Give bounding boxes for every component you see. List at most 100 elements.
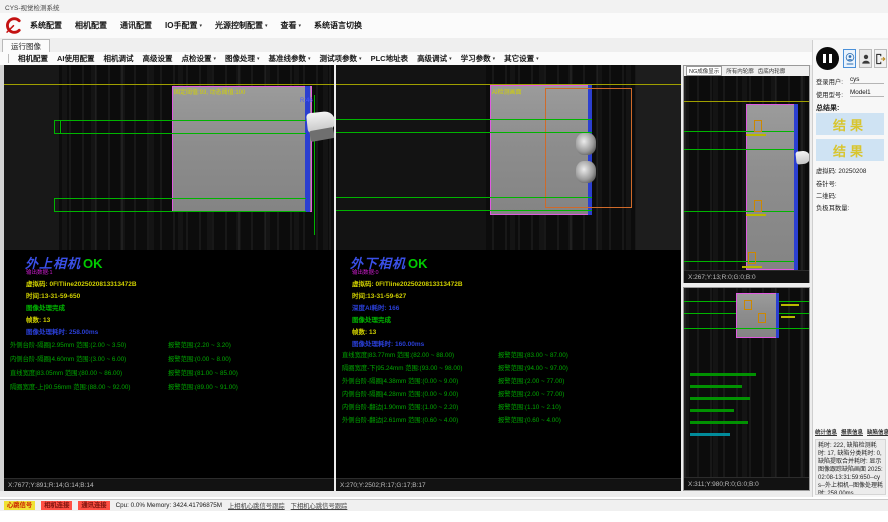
connector-part (795, 150, 809, 164)
measure-line (684, 301, 736, 302)
detail-pixel-coords: X:311;Y:980;R:0;G:0;B:0 (684, 477, 809, 490)
left-camera-image[interactable]: 固定阈值:93, 动态阈值:100 R:46 (4, 65, 334, 250)
model-label: 使用型号: (816, 90, 843, 99)
measure-line (336, 197, 592, 198)
log-text-area[interactable]: 耗时: 222, 缺陷检测耗时: 17, 缺陷分类耗时: 0, 缺陷提取合并耗时… (815, 439, 886, 495)
defect-box (748, 252, 756, 264)
measure-line (684, 149, 794, 150)
status-ok: OK (406, 256, 428, 271)
login-value: cys (850, 76, 884, 84)
measure-bracket (60, 120, 61, 134)
menu-item-language-switch[interactable]: 系统语言切换 (314, 20, 362, 31)
tab-all-contours[interactable]: 所有内轮廓 (726, 67, 754, 75)
toolbar: 相机配置 AI使用配置 相机调试 高级设置 点检设置▾ 图像处理▾ 基准线参数▾… (0, 52, 888, 66)
toolbar-item-test-params[interactable]: 测试项参数▾ (320, 53, 362, 64)
menu-item-camera-config[interactable]: 相机配置 (75, 20, 107, 31)
toolbar-item-other-settings[interactable]: 其它设置▾ (504, 53, 539, 64)
process-time-line: 图像处理耗时: 258.00ms (26, 326, 98, 336)
toolbar-item-camera-debug[interactable]: 相机调试 (104, 53, 134, 64)
detail-camera-image[interactable] (684, 288, 809, 477)
menu-item-io-config[interactable]: IO手配置 ▾ (165, 20, 202, 31)
toolbar-item-baseline-params[interactable]: 基准线参数▾ (269, 53, 311, 64)
login-user-button[interactable] (843, 49, 856, 68)
chevron-down-icon: ▾ (308, 56, 311, 62)
chevron-down-icon: ▾ (298, 23, 301, 29)
toolbar-separator (8, 54, 9, 63)
side-panel: 登录用户: cys 使用型号: Model1 总结果: 结果 结果 虚拟码: 2… (812, 40, 888, 497)
menu-item-system-config[interactable]: 系统配置 (30, 20, 62, 31)
menu-item-view[interactable]: 查看 ▾ (280, 20, 301, 31)
defect-label-text (781, 304, 799, 306)
toolbar-item-ai-config[interactable]: AI使用配置 (57, 53, 95, 64)
process-time-line: 图像处理耗时: 160.00ms (352, 338, 424, 348)
barcode-line: 虚拟码: 0FITline2025020813313472B (26, 278, 137, 288)
time-line: 时间:13-31-59-650 (26, 290, 80, 300)
defect-label-text (746, 214, 766, 216)
menu-item-light-config[interactable]: 光源控制配置 ▾ (215, 20, 268, 31)
middle-result-area: 外下相机OK 输出数据:0 虚拟码: 0FITline2025020813313… (336, 250, 681, 478)
exit-button[interactable] (874, 49, 887, 68)
toolbar-item-spot-check[interactable]: 点检设置▾ (182, 53, 217, 64)
output-info: 输出数据:1 (26, 268, 53, 276)
toolbar-item-image-process[interactable]: 图像处理▾ (225, 53, 260, 64)
defect-box (744, 300, 752, 310)
defect-label-text (742, 266, 762, 268)
menu-bar: 系统配置 相机配置 通讯配置 IO手配置 ▾ 光源控制配置 ▾ 查看 ▾ 系统语… (0, 13, 888, 39)
product-region (172, 86, 312, 212)
middle-camera-panel: AI检测画面 外下相机OK 输出数据:0 虚拟码: 0FITline202502… (336, 65, 681, 491)
ng-camera-image[interactable] (684, 76, 809, 270)
result-text-line (690, 373, 756, 376)
measure-line (684, 261, 794, 262)
edge-marker-blue (776, 293, 779, 338)
result-badge-top: 结果 (816, 113, 884, 135)
middle-camera-image[interactable]: AI检测画面 (336, 65, 681, 250)
cpu-memory-status: Cpu: 0.0% Memory: 3424.41796875M (116, 502, 222, 509)
toolbar-item-advanced-settings[interactable]: 高级设置 (143, 53, 173, 64)
result-text-line (690, 397, 750, 400)
app-logo-icon (4, 16, 23, 35)
upper-camera-heartbeat-link[interactable]: 上相机心跳信号跟踪 (228, 501, 285, 510)
result-text-line (690, 433, 730, 436)
measure-line (336, 210, 592, 211)
window-titlebar: CYS-视觉检测系统 (0, 0, 888, 14)
tab-stats-info[interactable]: 统计信息 (815, 428, 837, 436)
status-bar: 心跳信号 相机连接 通讯连接 Cpu: 0.0% Memory: 3424.41… (0, 499, 888, 511)
chevron-down-icon: ▾ (199, 23, 202, 29)
measure-bracket (54, 120, 55, 134)
left-pixel-coords: X:7677;Y:891;R:14;G:14;B:14 (4, 478, 334, 491)
defect-label-text (746, 134, 766, 136)
time-line: 时间:13-31-59-627 (352, 290, 406, 300)
comm-connection-badge: 通讯连接 (78, 501, 109, 510)
tab-bar: 运行图像 (0, 38, 888, 53)
tab-ng-display[interactable]: NG成像显示 (686, 66, 722, 76)
defect-box (754, 120, 762, 132)
user-button[interactable] (859, 49, 872, 68)
chevron-down-icon: ▾ (257, 56, 260, 62)
defect-box (754, 200, 762, 212)
window-title: CYS-视觉检测系统 (5, 2, 60, 12)
tab-defect-info[interactable]: 缺陷信息 (867, 428, 888, 436)
toolbar-item-learn-params[interactable]: 学习参数▾ (461, 53, 496, 64)
electrode-tab-blob (576, 161, 596, 183)
menu-item-comm-config[interactable]: 通讯配置 (120, 20, 152, 31)
tab-report-info[interactable]: 报表信息 (841, 428, 863, 436)
measure-line (54, 120, 306, 121)
measure-line (779, 301, 809, 302)
output-info: 输出数据:0 (352, 268, 379, 276)
tab-bottom-contours[interactable]: 齿底内轮廓 (758, 67, 786, 75)
lower-camera-heartbeat-link[interactable]: 下相机心跳信号跟踪 (291, 501, 348, 510)
chevron-down-icon: ▾ (493, 56, 496, 62)
toolbar-item-plc-address[interactable]: PLC地址表 (371, 53, 409, 64)
side-barcode-line: 虚拟码: 20250208 (816, 166, 866, 175)
process-done-line: 图像处理完成 (26, 302, 65, 312)
toolbar-item-advanced-debug[interactable]: 高级调试▾ (417, 53, 452, 64)
defect-box (758, 313, 766, 323)
measure-line (54, 133, 306, 134)
measure-line (684, 313, 736, 314)
pause-button[interactable] (816, 47, 839, 70)
tab-run-image[interactable]: 运行图像 (2, 39, 50, 52)
image-band (4, 65, 59, 250)
ng-display-panel: NG成像显示 所有内轮廓 齿底内轮廓 X:267;Y:13;R:0;G:0;B:… (683, 65, 810, 283)
toolbar-item-camera-config[interactable]: 相机配置 (18, 53, 48, 64)
result-text-line (690, 409, 734, 412)
